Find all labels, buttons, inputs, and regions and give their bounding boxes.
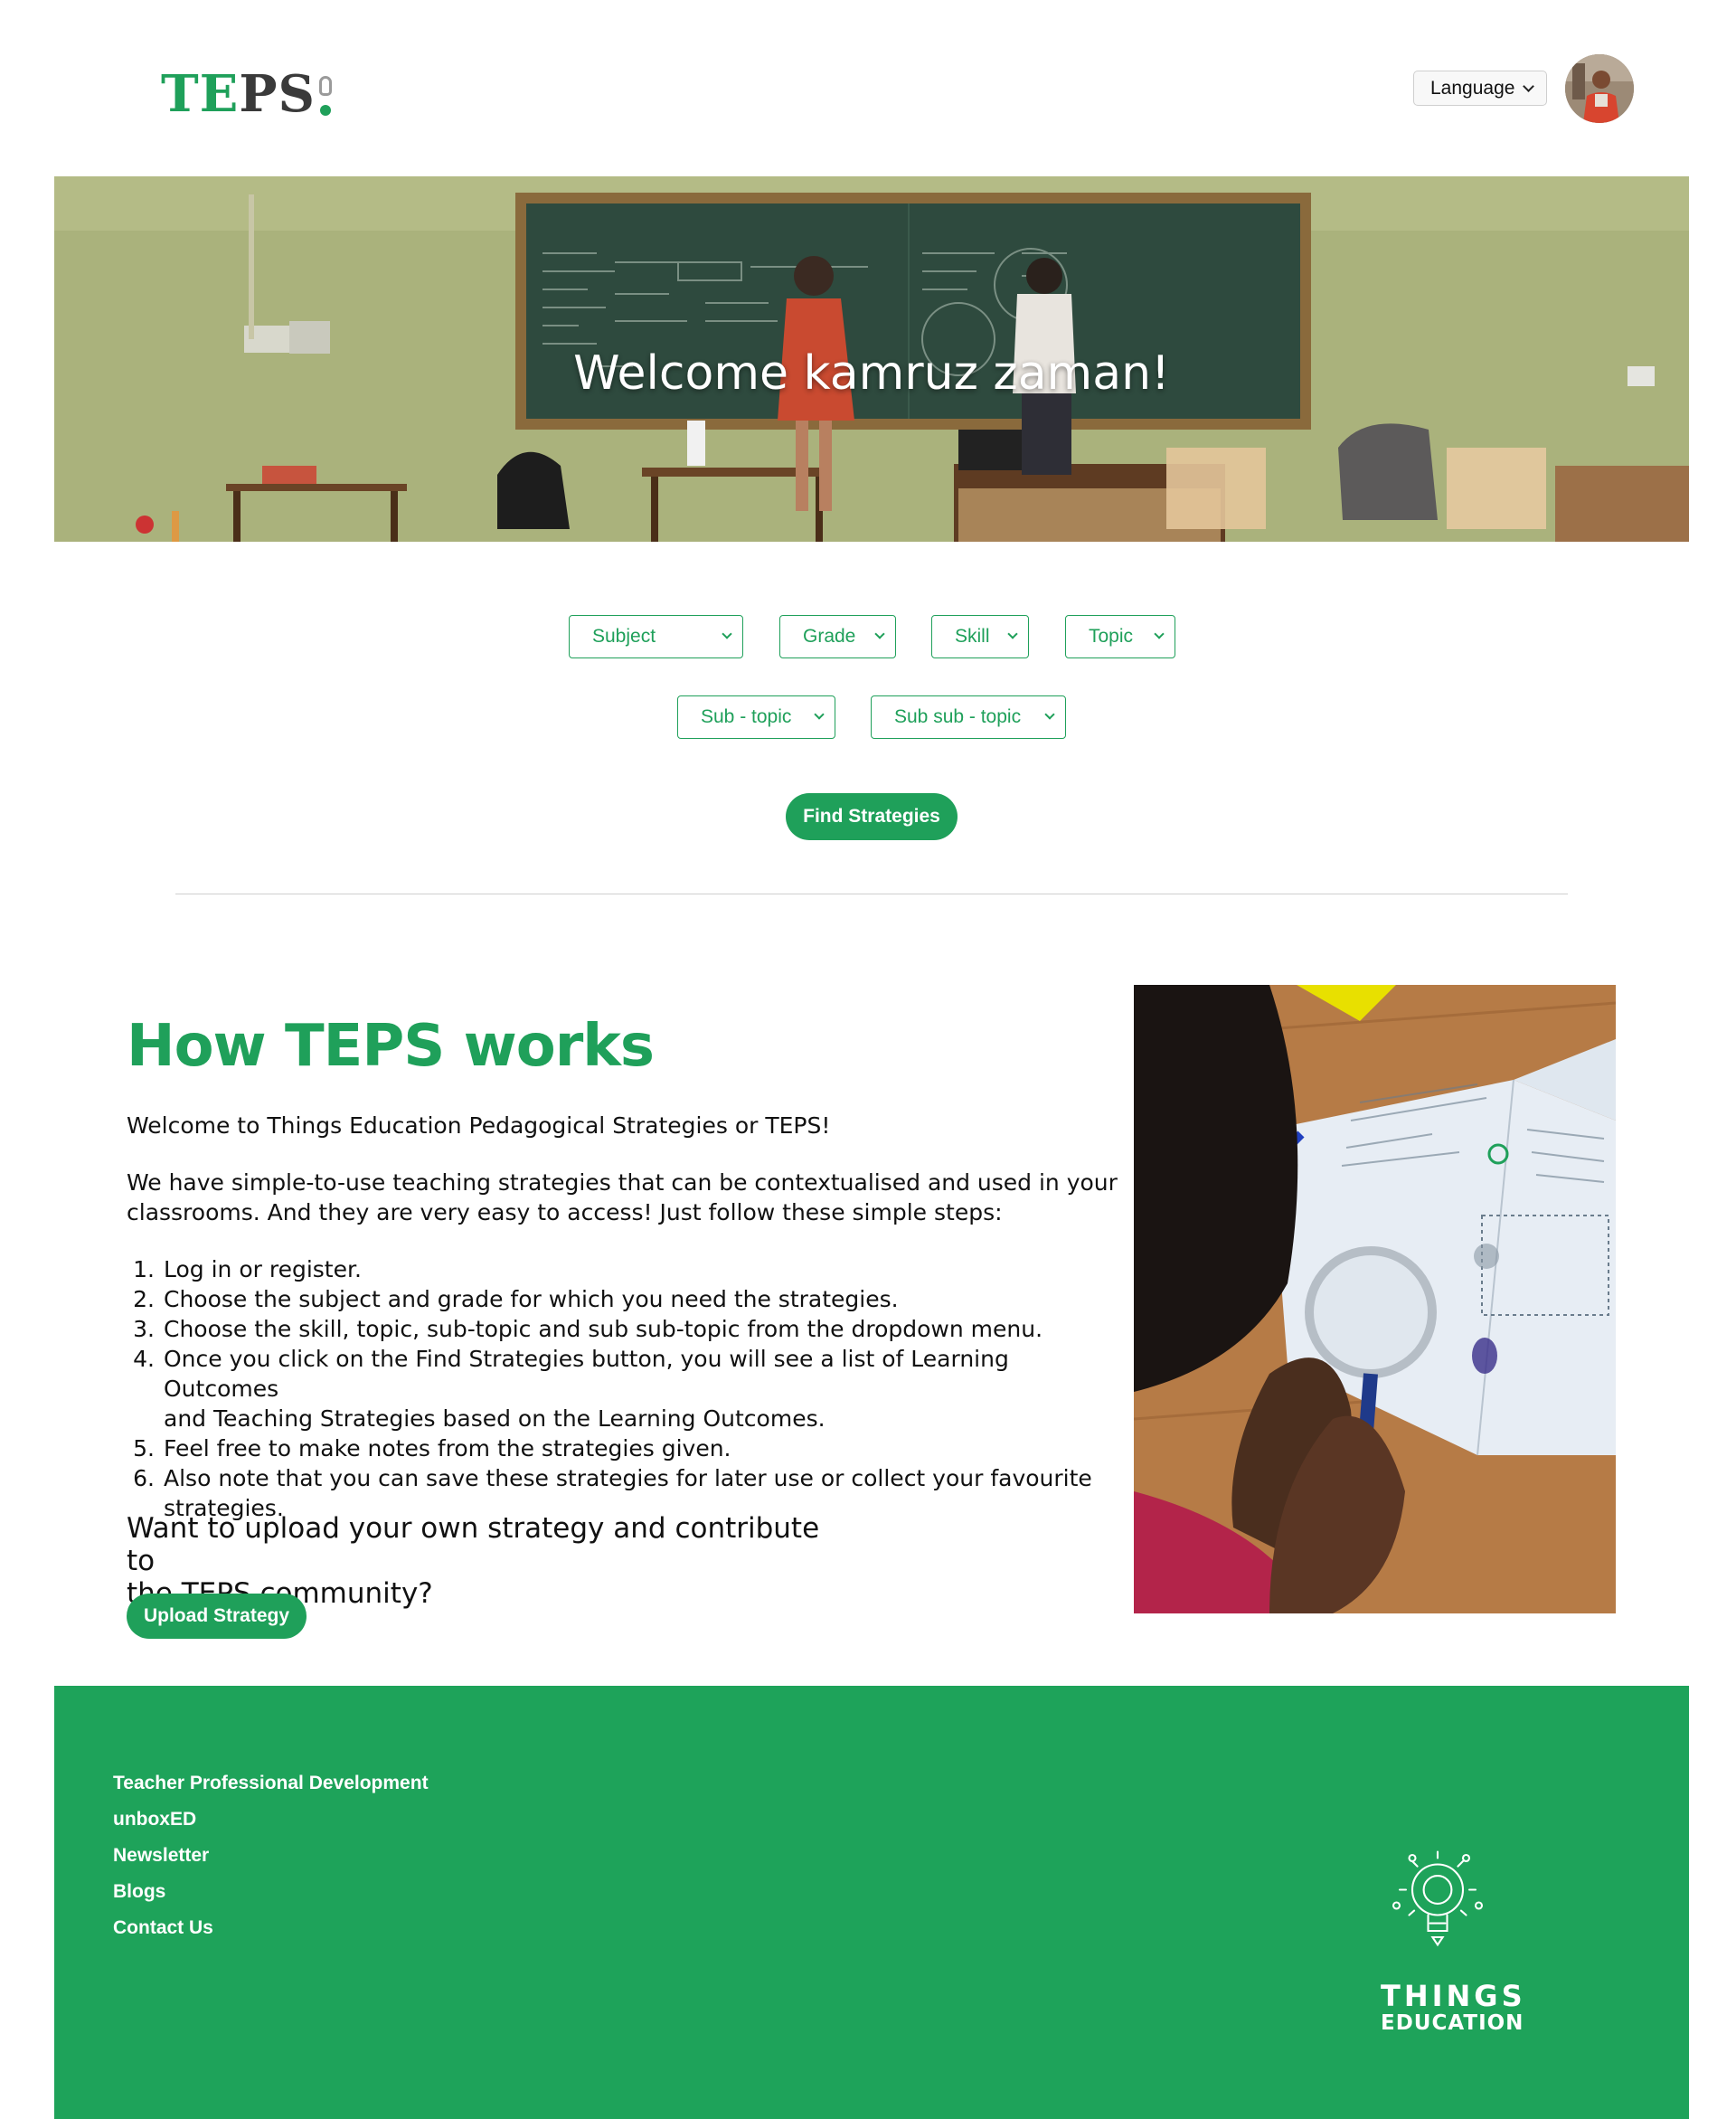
site-footer: Teacher Professional Development unboxED… (54, 1686, 1689, 2119)
upload-strategy-button[interactable]: Upload Strategy (127, 1594, 307, 1639)
chevron-down-icon (874, 629, 885, 639)
steps-list: 1. Log in or register. 2. Choose the subje… (127, 1254, 1094, 1523)
subject-select-label: Subject (592, 626, 656, 647)
site-header: TEPS Language (0, 0, 1736, 177)
chevron-down-icon (1044, 709, 1055, 720)
chevron-down-icon (1154, 629, 1165, 639)
footer-link-blogs[interactable]: Blogs (113, 1881, 165, 1903)
magnifying-glass-photo (1134, 985, 1616, 1613)
grade-select-label: Grade (803, 626, 856, 647)
skill-select-label: Skill (955, 626, 990, 647)
hero-banner: Welcome kamruz zaman! (54, 176, 1689, 542)
footer-link-contact-us[interactable]: Contact Us (113, 1917, 213, 1939)
footer-link-newsletter[interactable]: Newsletter (113, 1845, 209, 1867)
chevron-down-icon (722, 629, 732, 639)
chevron-down-icon (814, 709, 825, 720)
topic-select-label: Topic (1089, 626, 1134, 647)
find-strategies-button[interactable]: Find Strategies (786, 793, 958, 840)
sub-topic-select-label: Sub - topic (701, 706, 792, 727)
list-item: 2. Choose the subject and grade for which… (133, 1286, 899, 1312)
chevron-down-icon (1007, 629, 1018, 639)
description-line-2: classrooms. And they are very easy to ac… (127, 1199, 1003, 1225)
welcome-heading: Welcome kamruz zaman! (573, 346, 1170, 401)
footer-brand-line1: THINGS (1381, 1979, 1526, 2013)
user-avatar[interactable] (1565, 54, 1634, 123)
language-select[interactable]: Language (1413, 71, 1547, 106)
teps-logo[interactable]: TEPS (161, 56, 334, 119)
language-select-label: Language (1430, 77, 1515, 99)
footer-link-unboxed[interactable]: unboxED (113, 1809, 196, 1830)
chevron-down-icon (1523, 80, 1534, 92)
list-item: 3. Choose the skill, topic, sub-topic and… (133, 1316, 1043, 1342)
logo-bulb-icon (317, 72, 334, 119)
topic-select[interactable]: Topic (1065, 615, 1175, 658)
grade-select[interactable]: Grade (779, 615, 896, 658)
list-item: 1. Log in or register. (133, 1256, 362, 1282)
list-item: 5. Feel free to make notes from the strat… (133, 1435, 731, 1462)
how-teps-works-heading: How TEPS works (127, 1013, 655, 1080)
sub-sub-topic-select[interactable]: Sub sub - topic (871, 695, 1066, 739)
subject-select[interactable]: Subject (569, 615, 743, 658)
sub-topic-select[interactable]: Sub - topic (677, 695, 835, 739)
description-line-1: We have simple-to-use teaching strategie… (127, 1169, 1118, 1196)
skill-select[interactable]: Skill (931, 615, 1029, 658)
things-education-bulb-icon (1392, 1850, 1484, 1947)
list-item: 4. Once you click on the Find Strategies … (133, 1346, 1009, 1432)
sub-sub-topic-select-label: Sub sub - topic (894, 706, 1022, 727)
intro-text: Welcome to Things Education Pedagogical … (127, 1112, 831, 1139)
footer-link-teacher-professional-development[interactable]: Teacher Professional Development (113, 1773, 429, 1794)
footer-brand-line2: EDUCATION (1381, 2011, 1524, 2035)
